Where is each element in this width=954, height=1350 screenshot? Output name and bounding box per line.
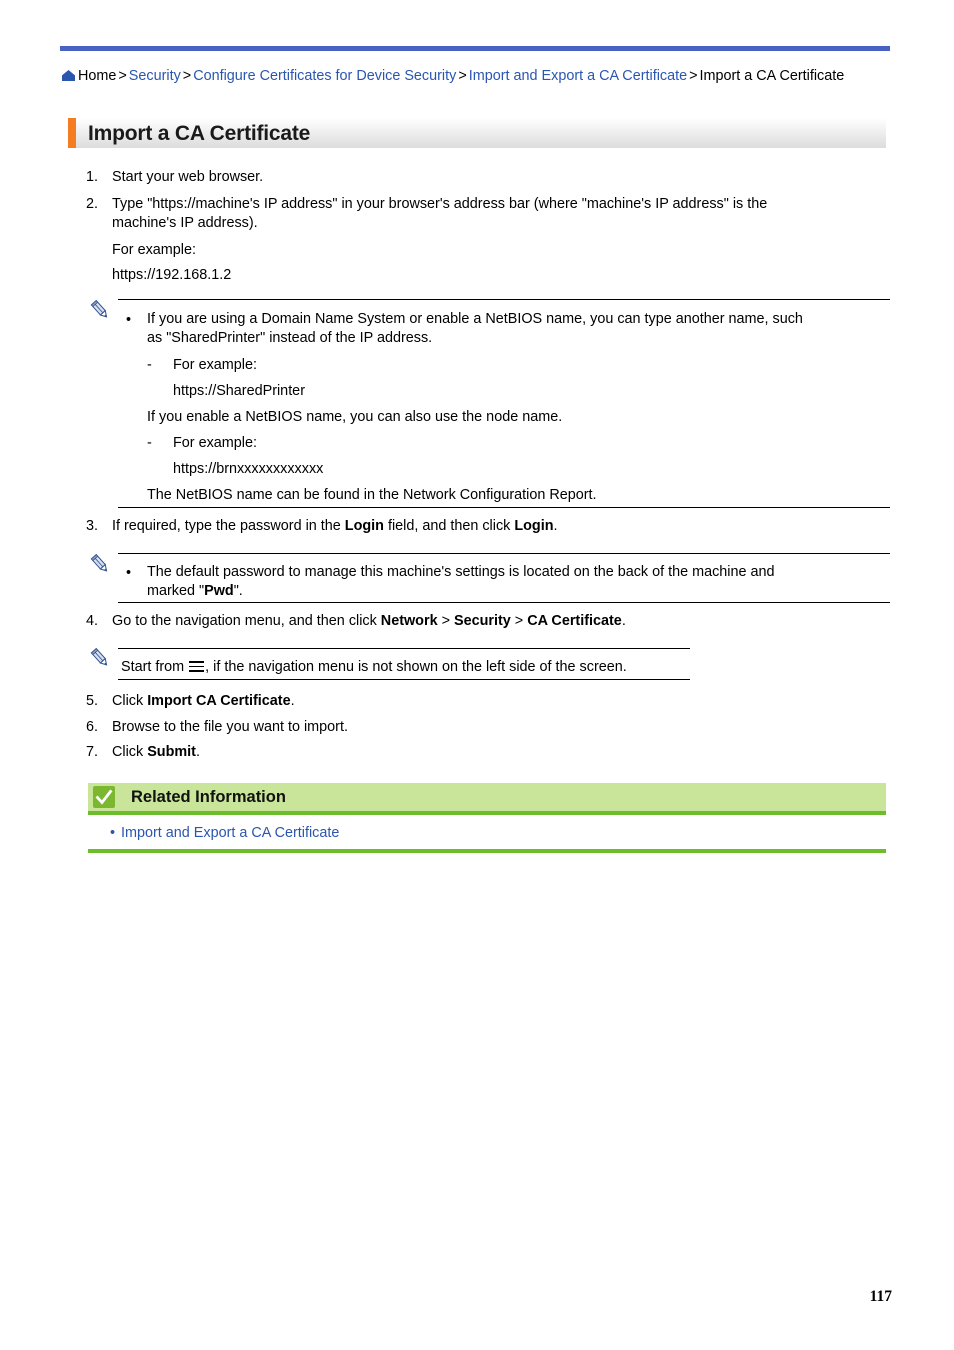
step-3-bold-login-button: Login	[514, 518, 554, 534]
home-icon	[62, 67, 75, 81]
breadcrumb-separator-4: >	[689, 68, 698, 84]
note-1-line1: If you are using a Domain Name System or…	[147, 311, 803, 327]
step-4-bold-ca-certificate: CA Certificate	[527, 613, 622, 629]
note-1-bottom-rule	[118, 507, 890, 508]
header-rule	[60, 46, 890, 51]
step-4-bold-network: Network	[380, 613, 438, 629]
page-title: Import a CA Certificate	[88, 122, 311, 145]
document-page: Home > Security > Configure Certificates for…	[0, 0, 954, 1350]
step-4-sep-1: >	[437, 613, 454, 629]
note-3-text-pre: Start from	[121, 659, 189, 675]
related-information-title: Related Information	[131, 788, 286, 806]
step-4-bold-security: Security	[453, 613, 511, 629]
note-1-bullet: •	[126, 312, 132, 328]
step-4-pre: Go to the navigation menu, and then clic…	[112, 613, 381, 629]
step-3-post: .	[553, 518, 558, 534]
step-number-4: 4.	[85, 613, 98, 629]
step-3-mid: field, and then click	[383, 518, 515, 534]
step-7-post: .	[195, 744, 200, 760]
breadcrumb-link-security[interactable]: Security	[129, 68, 181, 84]
breadcrumb-home-label: Home	[78, 68, 117, 84]
note-2-bullet: •	[126, 565, 132, 581]
related-information-bullet: •	[110, 825, 116, 841]
note-3-bottom-rule	[118, 679, 690, 680]
note-3-top-rule	[118, 648, 690, 649]
step-2-example-label: For example:	[112, 242, 196, 258]
note-3-text-post: , if the navigation menu is not shown on…	[205, 659, 627, 675]
step-3-bold-login-field: Login	[344, 518, 384, 534]
pencil-icon	[89, 553, 111, 575]
step-text-2-line1: Type "https://machine's IP address" in y…	[112, 196, 768, 212]
step-4-post: .	[621, 613, 626, 629]
pencil-icon	[89, 647, 111, 669]
step-3-pre: If required, type the password in the	[112, 518, 345, 534]
note-1-sub2-url: https://brnxxxxxxxxxxxx	[173, 461, 324, 477]
note-1-tail-text: The NetBIOS name can be found in the Net…	[147, 487, 597, 503]
pencil-icon	[89, 299, 111, 321]
step-5-bold-import-ca-certificate: Import CA Certificate	[147, 693, 291, 709]
step-text-1: Start your web browser.	[112, 169, 264, 185]
note-1-sub2-label: For example:	[173, 435, 257, 451]
note-1-sub1-label: For example:	[173, 357, 257, 373]
note-3-text: Start from , if the navigation menu is n…	[121, 657, 691, 678]
step-number-1: 1.	[85, 169, 98, 185]
breadcrumb-separator-1: >	[118, 68, 127, 84]
step-7-bold-submit: Submit	[147, 744, 196, 760]
step-number-3: 3.	[85, 518, 98, 534]
step-number-2: 2.	[85, 196, 98, 212]
step-number-6: 6.	[85, 719, 98, 735]
step-number-5: 5.	[85, 693, 98, 709]
breadcrumb-separator-2: >	[182, 68, 192, 84]
step-7-pre: Click	[112, 744, 148, 760]
note-1-dash-1: -	[147, 357, 152, 373]
checkmark-icon	[93, 786, 115, 808]
note-1-mid-text: If you enable a NetBIOS name, you can al…	[147, 409, 563, 425]
breadcrumb-current: Import a CA Certificate	[699, 68, 845, 84]
note-1-line2: as "SharedPrinter" instead of the IP add…	[147, 330, 433, 346]
related-information-link-import-export-ca[interactable]: Import and Export a CA Certificate	[121, 823, 339, 844]
step-text-2-line2: machine's IP address).	[112, 215, 258, 231]
step-5-pre: Click	[112, 693, 148, 709]
hamburger-menu-icon	[189, 661, 205, 672]
note-1-dash-2: -	[147, 435, 152, 451]
step-text-7: Click Submit.	[112, 742, 892, 763]
note-2-line1: The default password to manage this mach…	[147, 564, 775, 580]
step-2-example-url: https://192.168.1.2	[112, 267, 232, 283]
note-2-bold-pwd: Pwd	[204, 583, 234, 599]
note-2-line2-pre: marked "	[147, 583, 205, 599]
step-4-sep-2: >	[510, 613, 528, 629]
step-text-3: If required, type the password in the Lo…	[112, 516, 892, 537]
note-2-top-rule	[118, 553, 890, 554]
step-text-6: Browse to the file you want to import.	[112, 719, 348, 735]
step-text-4: Go to the navigation menu, and then clic…	[112, 611, 892, 632]
related-information-bottom-rule	[88, 849, 886, 853]
step-number-7: 7.	[85, 744, 98, 760]
note-2-line2: marked "Pwd".	[147, 581, 892, 602]
related-information-underline	[88, 811, 886, 815]
note-2-line2-post: ".	[233, 583, 243, 599]
page-number: 117	[869, 1288, 892, 1305]
breadcrumb-link-import-export-ca[interactable]: Import and Export a CA Certificate	[469, 68, 687, 84]
breadcrumb: Home > Security > Configure Certificates for…	[62, 66, 887, 87]
page-title-accent-bar	[68, 118, 76, 148]
note-2-bottom-rule	[118, 602, 890, 603]
breadcrumb-separator-3: >	[458, 68, 467, 84]
breadcrumb-link-configure-certificates[interactable]: Configure Certificates for Device Securi…	[193, 68, 456, 84]
step-text-5: Click Import CA Certificate.	[112, 691, 892, 712]
step-5-post: .	[290, 693, 295, 709]
note-1-sub1-url: https://SharedPrinter	[173, 383, 305, 399]
note-1-top-rule	[118, 299, 890, 300]
